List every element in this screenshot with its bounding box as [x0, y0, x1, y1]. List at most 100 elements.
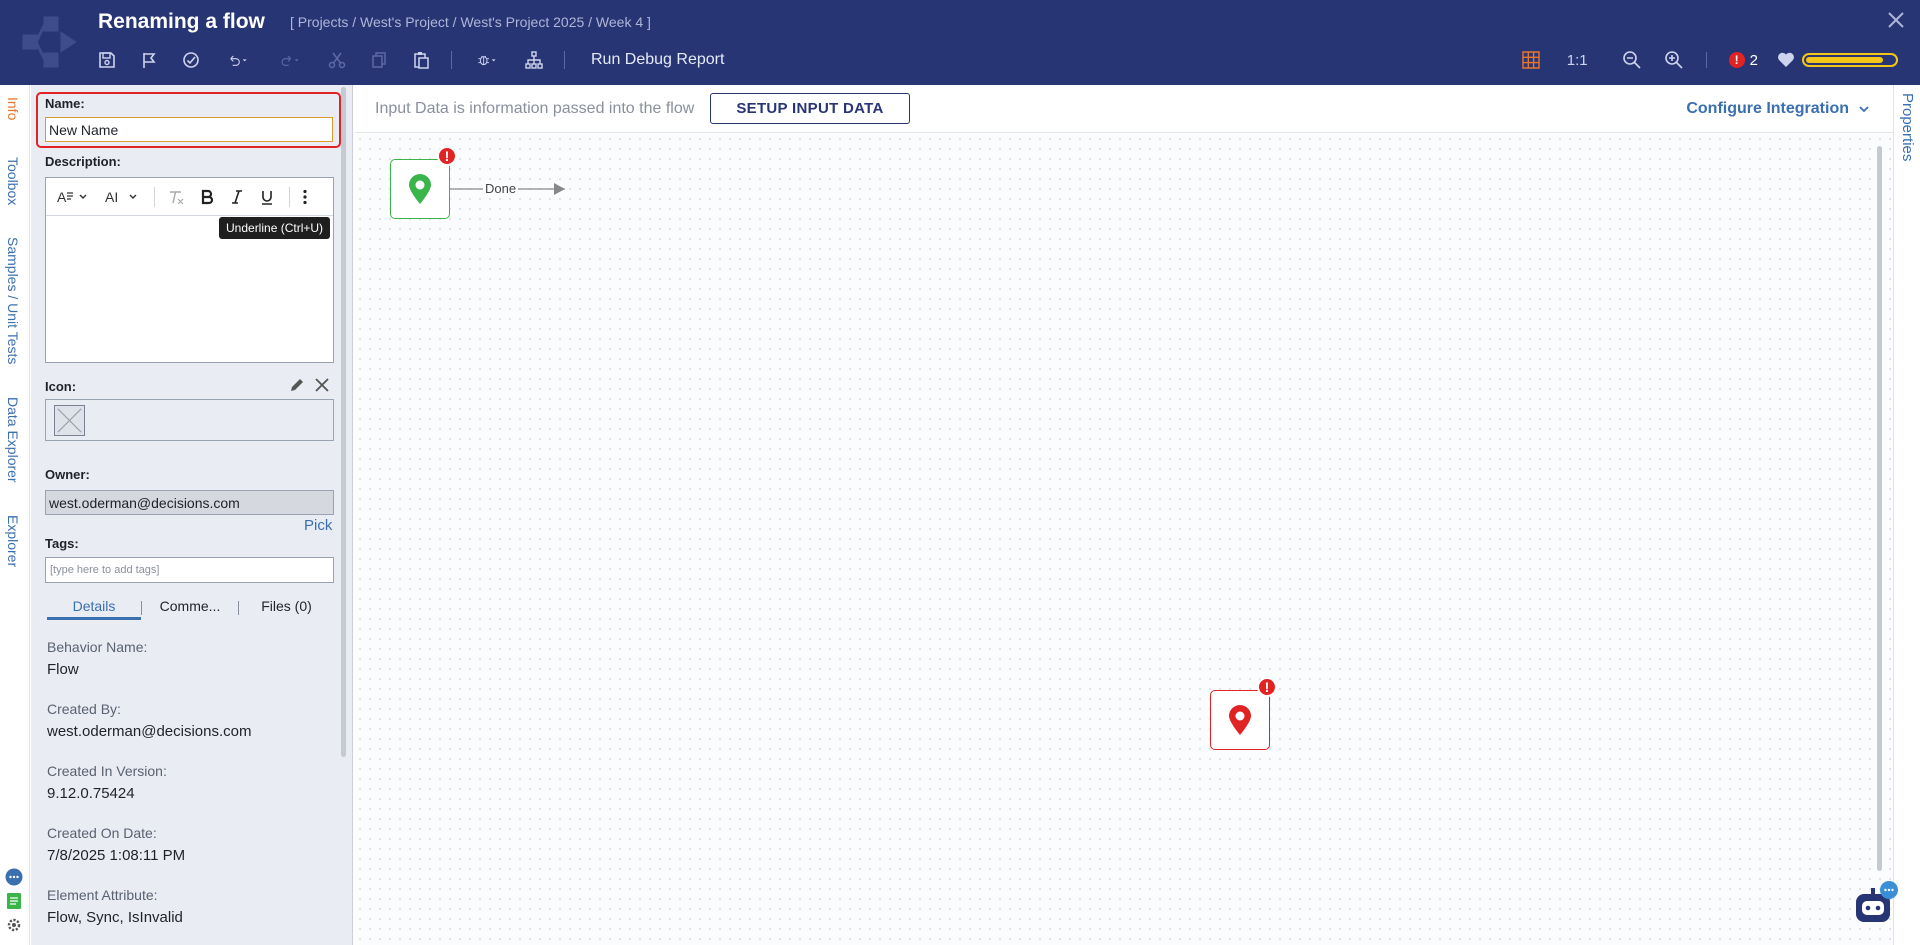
font-style-button[interactable]: A: [56, 189, 90, 205]
name-input[interactable]: [45, 117, 333, 142]
toolbar-divider: [451, 51, 452, 69]
redo-button[interactable]: [273, 48, 307, 72]
done-outcome-label[interactable]: Done: [483, 181, 519, 196]
icon-picker[interactable]: [45, 399, 334, 441]
bold-button[interactable]: [199, 189, 215, 205]
tab-files[interactable]: Files (0): [239, 596, 334, 620]
save-button[interactable]: [95, 48, 119, 72]
field-element-attribute: Element Attribute: Flow, Sync, IsInvalid: [47, 887, 183, 926]
tab-properties[interactable]: Properties: [1899, 93, 1916, 161]
debug-button[interactable]: [470, 48, 504, 72]
info-panel: Name: Description: A AI: [31, 85, 353, 945]
tab-toolbox[interactable]: Toolbox: [5, 157, 21, 205]
cut-button[interactable]: [325, 48, 349, 72]
undo-button[interactable]: [221, 48, 255, 72]
field-label: Created By:: [47, 701, 121, 717]
tab-info[interactable]: Info: [5, 97, 21, 120]
flag-icon: [143, 53, 156, 68]
health-bar-fill: [1806, 57, 1884, 63]
setup-input-data-button[interactable]: SETUP INPUT DATA: [710, 93, 910, 124]
pick-owner-link[interactable]: Pick: [304, 517, 332, 534]
tags-input[interactable]: [type here to add tags]: [45, 557, 334, 583]
assistant-bot-icon[interactable]: [1853, 880, 1899, 926]
description-label: Description:: [45, 154, 121, 169]
start-step[interactable]: !: [390, 146, 457, 219]
bold-icon: [201, 189, 214, 204]
tab-data-explorer[interactable]: Data Explorer: [5, 397, 21, 483]
step-error-icon[interactable]: !: [437, 146, 457, 166]
error-count: 2: [1749, 51, 1758, 69]
underline-icon: [262, 190, 272, 205]
save-icon: [99, 52, 115, 68]
grid-icon: [1522, 51, 1540, 69]
end-step[interactable]: !: [1210, 677, 1277, 750]
italic-button[interactable]: [229, 189, 245, 205]
paste-button[interactable]: [409, 48, 433, 72]
zoom-in-icon: [1664, 51, 1683, 69]
zoom-reset-button[interactable]: 1:1: [1567, 52, 1588, 69]
notes-button[interactable]: [4, 891, 24, 911]
zoom-in-button[interactable]: [1664, 50, 1684, 70]
chevron-down-icon: [1859, 106, 1869, 113]
gear-icon: [7, 918, 21, 932]
start-pin-icon: [409, 174, 431, 204]
font-size-button[interactable]: AI: [104, 189, 140, 205]
flow-canvas[interactable]: [355, 134, 1893, 945]
input-data-info: Input Data is information passed into th…: [375, 100, 695, 117]
description-editor[interactable]: A AI: [45, 177, 334, 363]
configure-integration-dropdown[interactable]: Configure Integration: [1686, 100, 1871, 118]
canvas-scrollbar[interactable]: [1877, 146, 1882, 871]
paste-icon: [414, 52, 429, 69]
editor-toolbar: A AI: [46, 178, 333, 216]
more-options-button[interactable]: [302, 189, 308, 205]
right-toolbar: 1:1 ! 2: [1499, 48, 1898, 72]
zoom-out-icon: [1622, 51, 1641, 69]
panel-scrollbar[interactable]: [341, 87, 346, 757]
errors-indicator[interactable]: ! 2: [1728, 51, 1758, 69]
copy-button[interactable]: [367, 48, 391, 72]
clear-format-icon: [170, 190, 184, 204]
pencil-icon[interactable]: [289, 377, 305, 393]
editor-divider: [154, 186, 155, 207]
underline-button[interactable]: [259, 189, 275, 205]
tab-samples-unit-tests[interactable]: Samples / Unit Tests: [5, 237, 21, 364]
zoom-out-button[interactable]: [1622, 50, 1642, 70]
breadcrumb[interactable]: [ Projects / West's Project / West's Pro…: [290, 14, 651, 30]
structure-button[interactable]: [522, 48, 546, 72]
validate-icon: [183, 52, 199, 68]
page-title: Renaming a flow: [98, 10, 265, 33]
owner-label: Owner:: [45, 467, 90, 482]
undo-icon: [230, 55, 247, 66]
flow-logo-icon: [22, 16, 77, 68]
tab-explorer[interactable]: Explorer: [5, 515, 21, 567]
field-label: Created In Version:: [47, 763, 167, 779]
close-icon[interactable]: [314, 377, 330, 393]
health-bar: [1802, 53, 1898, 67]
field-value: 9.12.0.75424: [47, 785, 135, 802]
grid-toggle-button[interactable]: [1521, 50, 1541, 70]
bug-icon: [478, 55, 496, 66]
svg-text:AI: AI: [105, 189, 118, 205]
clear-format-button[interactable]: [167, 189, 185, 205]
end-pin-icon: [1229, 705, 1251, 735]
health-indicator[interactable]: [1776, 50, 1898, 70]
settings-button[interactable]: [4, 915, 24, 935]
step-error-icon[interactable]: !: [1257, 677, 1277, 697]
chat-button[interactable]: [4, 867, 24, 887]
owner-field: west.oderman@decisions.com: [45, 490, 334, 515]
cut-icon: [328, 52, 346, 69]
field-created-in-version: Created In Version: 9.12.0.75424: [47, 763, 167, 802]
flag-button[interactable]: [137, 48, 161, 72]
tab-details[interactable]: Details: [47, 596, 141, 620]
detail-subtabs: Details Comme... Files (0): [47, 596, 334, 620]
field-value: west.oderman@decisions.com: [47, 723, 252, 740]
field-label: Element Attribute:: [47, 887, 158, 903]
run-debug-report-button[interactable]: Run Debug Report: [591, 51, 724, 69]
field-label: Created On Date:: [47, 825, 157, 841]
editor-divider: [289, 186, 290, 207]
error-icon: !: [1728, 52, 1745, 68]
validate-button[interactable]: [179, 48, 203, 72]
close-icon[interactable]: [1886, 10, 1906, 30]
tab-comments[interactable]: Comme...: [142, 596, 238, 620]
more-vertical-icon: [303, 189, 307, 204]
